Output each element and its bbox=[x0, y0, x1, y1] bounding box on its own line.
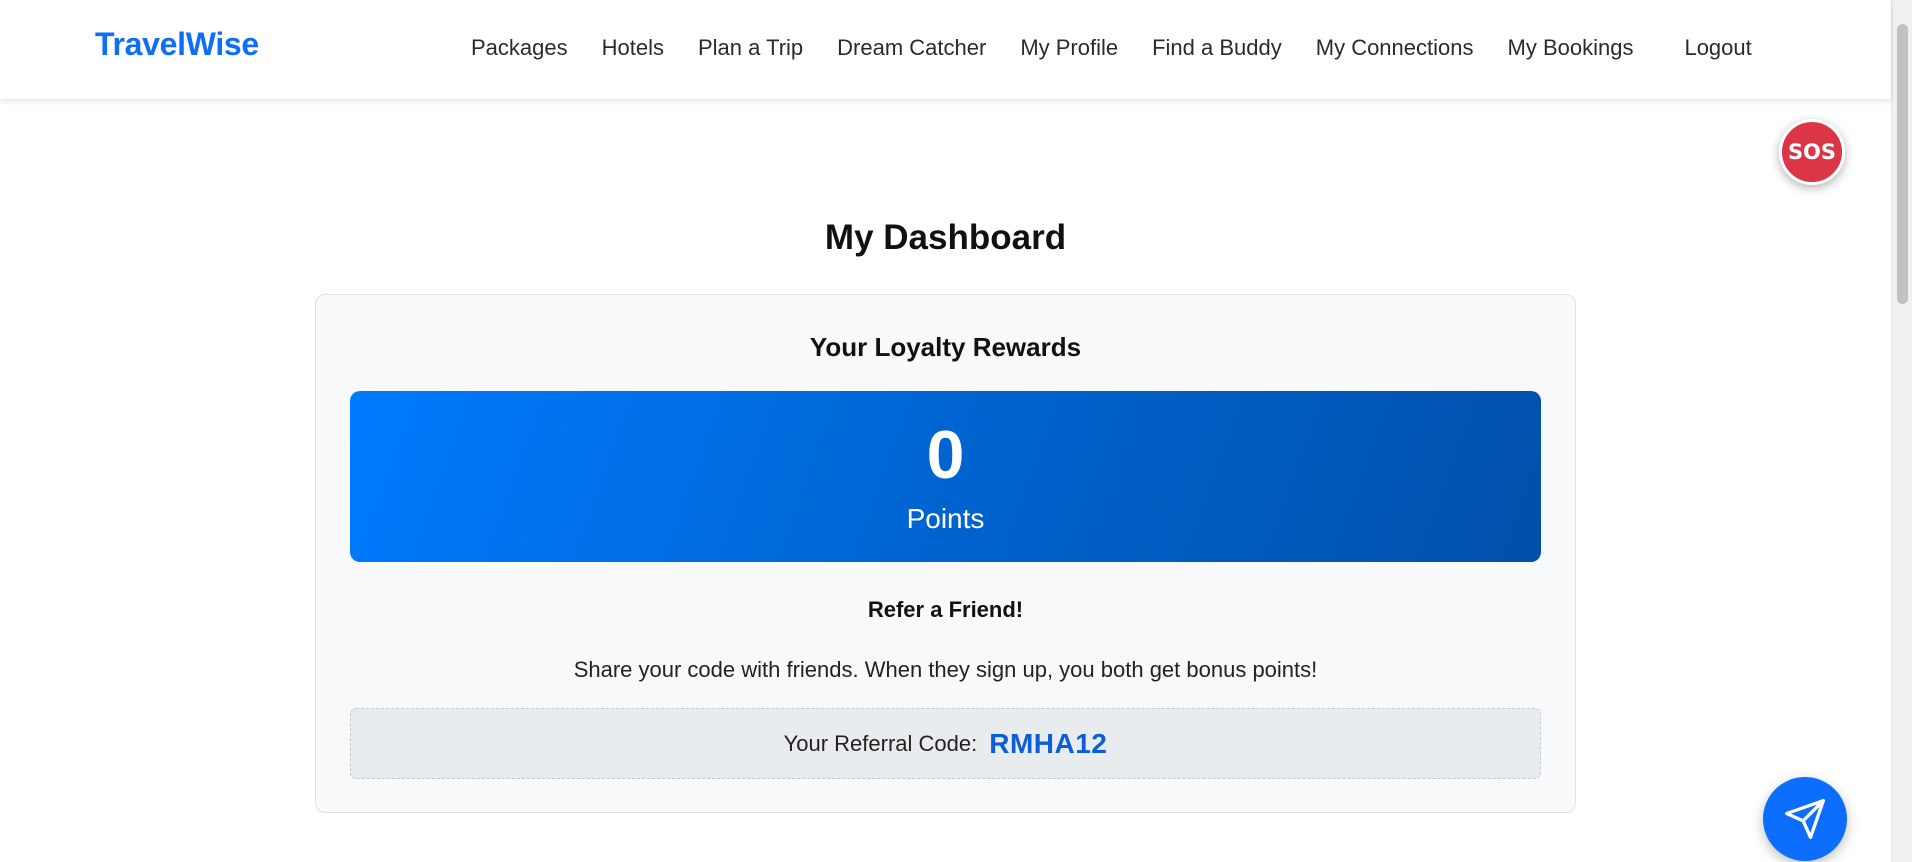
paper-plane-icon bbox=[1785, 799, 1825, 839]
sos-button[interactable]: SOS bbox=[1779, 119, 1845, 185]
scrollbar-thumb[interactable] bbox=[1897, 24, 1908, 304]
nav-dream-catcher[interactable]: Dream Catcher bbox=[820, 35, 1003, 61]
nav-my-profile[interactable]: My Profile bbox=[1003, 35, 1135, 61]
top-navbar: TravelWise Packages Hotels Plan a Trip D… bbox=[0, 0, 1891, 99]
points-label: Points bbox=[906, 503, 985, 534]
nav-my-connections[interactable]: My Connections bbox=[1299, 35, 1491, 61]
referral-code[interactable]: RMHA12 bbox=[989, 728, 1107, 760]
points-display: 0 Points bbox=[350, 391, 1541, 562]
logout-link[interactable]: Logout bbox=[1667, 35, 1768, 61]
nav-packages[interactable]: Packages bbox=[454, 35, 585, 61]
points-value: 0 bbox=[926, 417, 965, 493]
nav-my-bookings[interactable]: My Bookings bbox=[1491, 35, 1651, 61]
referral-code-box: Your Referral Code: RMHA12 bbox=[350, 708, 1541, 779]
page-scrollbar[interactable] bbox=[1891, 0, 1912, 862]
page-title: My Dashboard bbox=[824, 218, 1067, 257]
refer-title: Refer a Friend! bbox=[867, 597, 1024, 622]
nav-plan-a-trip[interactable]: Plan a Trip bbox=[681, 35, 820, 61]
send-message-button[interactable] bbox=[1763, 777, 1847, 861]
refer-description: Share your code with friends. When they … bbox=[573, 657, 1318, 682]
referral-code-label: Your Referral Code: bbox=[783, 730, 978, 756]
nav-find-a-buddy[interactable]: Find a Buddy bbox=[1135, 35, 1299, 61]
brand-logo[interactable]: TravelWise bbox=[95, 26, 259, 63]
loyalty-title: Your Loyalty Rewards bbox=[809, 332, 1082, 362]
nav-hotels[interactable]: Hotels bbox=[585, 35, 681, 61]
loyalty-rewards-card: Your Loyalty Rewards 0 Points Refer a Fr… bbox=[315, 294, 1576, 813]
nav-links: Packages Hotels Plan a Trip Dream Catche… bbox=[454, 0, 1769, 95]
